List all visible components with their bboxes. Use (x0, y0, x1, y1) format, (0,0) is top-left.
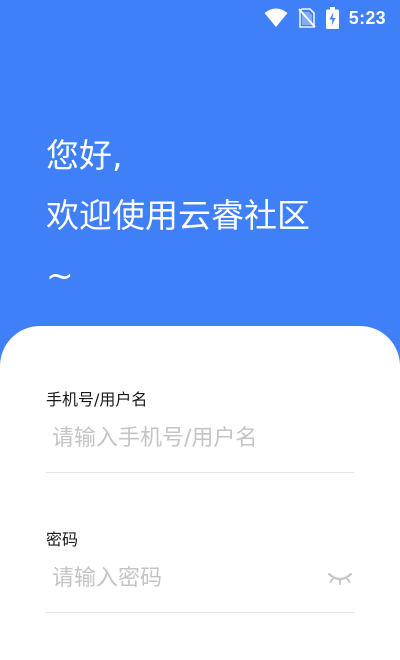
username-divider (46, 472, 354, 473)
welcome-greeting: 您好, 欢迎使用云睿社区 ~ (46, 126, 310, 306)
username-input[interactable] (46, 416, 354, 460)
password-visibility-toggle[interactable] (325, 568, 355, 592)
battery-charging-icon (325, 7, 339, 29)
password-divider (46, 612, 354, 613)
greeting-line-tilde: ~ (46, 256, 74, 295)
login-form-card: 手机号/用户名 密码 (0, 326, 400, 660)
greeting-line-hello: 您好, (46, 136, 123, 175)
password-input[interactable] (46, 556, 316, 600)
status-bar: 5:23 (0, 0, 400, 36)
status-icons: 5:23 (264, 7, 386, 29)
status-time: 5:23 (348, 8, 386, 28)
username-label: 手机号/用户名 (46, 390, 148, 409)
greeting-line-welcome: 欢迎使用云睿社区 (46, 196, 310, 235)
no-sim-icon (298, 8, 316, 28)
eye-closed-icon (327, 570, 353, 590)
password-label: 密码 (46, 530, 79, 549)
wifi-icon (264, 8, 288, 28)
